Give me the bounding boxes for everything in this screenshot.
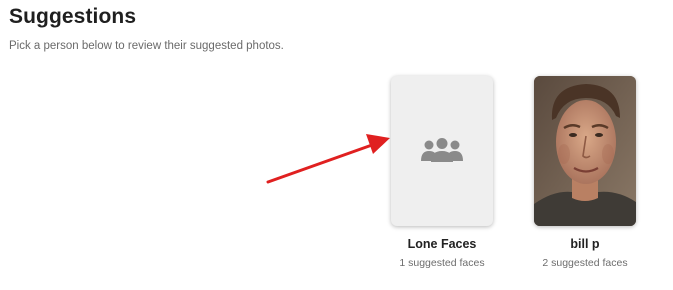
annotation-arrow xyxy=(266,134,390,184)
page-subtitle: Pick a person below to review their sugg… xyxy=(9,40,284,52)
person-card-lone-faces[interactable] xyxy=(391,76,493,226)
page-title: Suggestions xyxy=(9,5,137,28)
people-group-icon xyxy=(421,138,463,162)
suggested-count-bill-p: 2 suggested faces xyxy=(542,257,628,269)
person-name-lone-faces[interactable]: Lone Faces xyxy=(362,237,522,251)
face-photo xyxy=(534,76,636,226)
person-name-bill-p[interactable]: bill p xyxy=(505,237,665,251)
suggestions-page: Suggestions Pick a person below to revie… xyxy=(0,0,673,290)
suggested-count-lone-faces: 1 suggested faces xyxy=(399,257,485,269)
person-card-bill-p[interactable] xyxy=(534,76,636,226)
